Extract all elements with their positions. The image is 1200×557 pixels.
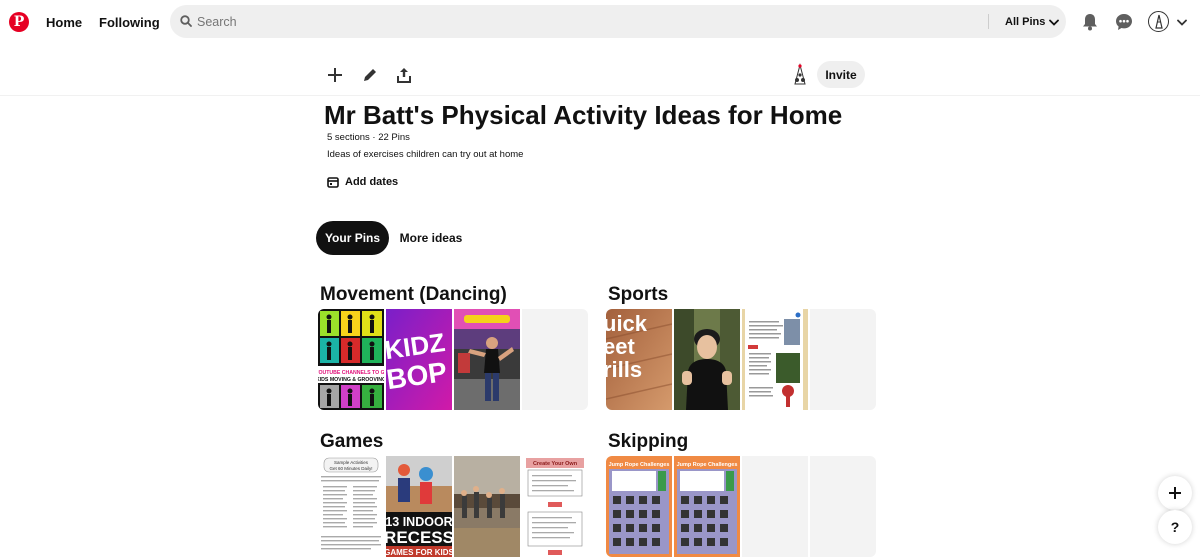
add-pin-button[interactable] [325,65,345,85]
svg-text:Jump Rope Challenges: Jump Rope Challenges [609,462,670,468]
section-title: Games [320,431,384,452]
pin-thumbnail[interactable] [454,309,520,410]
svg-text:13 INDOOR: 13 INDOOR [386,515,452,529]
svg-text:uick: uick [606,311,648,336]
svg-text:Create Your Own: Create Your Own [533,461,578,467]
tab-your-pins[interactable]: Your Pins [316,221,389,255]
floating-add-button[interactable] [1158,476,1192,510]
board-title: Mr Batt's Physical Activity Ideas for Ho… [324,100,843,130]
section-title: Movement (Dancing) [320,284,507,305]
top-navbar: P Home Following All Pins [0,0,1200,44]
pin-thumbnail[interactable] [742,309,808,410]
board-description: Ideas of exercises children can try out … [327,149,524,160]
section-title: Skipping [608,431,689,452]
pin-thumbnail[interactable] [454,456,520,557]
pin-thumbnail-placeholder [522,309,588,410]
search-divider [988,14,989,29]
pin-thumbnail-placeholder [810,456,876,557]
pin-thumbnail[interactable]: uick eet rills [606,309,672,410]
svg-text:RECESS: RECESS [386,528,452,547]
bell-icon[interactable] [1080,12,1100,32]
pin-thumbnail-placeholder [810,309,876,410]
svg-text:GAMES FOR KIDS: GAMES FOR KIDS [386,548,452,557]
all-pins-filter-label: All Pins [1005,16,1046,28]
chevron-down-icon [1049,19,1060,26]
user-avatar[interactable] [1148,11,1169,32]
messages-icon[interactable] [1114,12,1134,32]
pin-thumbnail[interactable]: Create Your Own [522,456,588,557]
tab-more-ideas[interactable]: More ideas [393,221,469,255]
share-board-button[interactable] [394,65,414,85]
pin-thumbnail[interactable]: 13 INDOOR RECESS GAMES FOR KIDS [386,456,452,557]
nav-home-link[interactable]: Home [46,15,82,30]
section-title: Sports [608,284,669,305]
pin-thumbnail[interactable]: Sample Activities Get 60 Minutes Daily! [318,456,384,557]
pencil-icon [364,69,376,81]
account-chevron-icon[interactable] [1175,12,1189,32]
collaborator-avatar[interactable] [789,63,811,87]
pin-thumbnail[interactable]: 7 YOUTUBE CHANNELS TO GET KIDS MOVING & … [318,309,384,410]
pin-thumbnail[interactable]: KIDZ BOP [386,309,452,410]
invite-button[interactable]: Invite [817,61,865,88]
svg-text:rills: rills [606,357,642,382]
svg-text:eet: eet [606,334,635,359]
all-pins-filter-dropdown[interactable]: All Pins [1005,16,1060,28]
help-icon: ? [1170,519,1180,535]
add-dates-label: Add dates [345,176,399,188]
edit-board-button[interactable] [360,65,380,85]
calendar-icon [327,177,339,188]
svg-text:Jump Rope Challenges: Jump Rope Challenges [677,462,738,468]
pin-thumbnail[interactable]: Jump Rope Challenges [674,456,740,557]
section-thumbnails[interactable]: Jump Rope Challenges Jump Rope Challenge… [606,456,876,557]
plus-icon [328,68,342,82]
help-button[interactable]: ? [1158,510,1192,544]
share-icon [397,68,411,83]
plus-icon [1169,487,1181,499]
section-thumbnails[interactable]: Sample Activities Get 60 Minutes Daily! [318,456,588,557]
svg-text:Sample Activities: Sample Activities [334,460,369,465]
pin-thumbnail[interactable]: Jump Rope Challenges [606,456,672,557]
pinterest-logo-icon[interactable]: P [9,12,29,32]
add-dates-button[interactable]: Add dates [327,176,398,188]
nav-following-link[interactable]: Following [99,15,160,30]
board-toolbar: Invite [0,58,1200,96]
search-icon [180,15,192,27]
section-thumbnails[interactable]: uick eet rills [606,309,876,410]
search-bar: All Pins [170,5,1066,38]
search-input[interactable] [197,5,977,38]
svg-text:Get 60 Minutes Daily!: Get 60 Minutes Daily! [329,466,372,471]
board-meta: 5 sections · 22 Pins [327,132,410,143]
section-thumbnails[interactable]: 7 YOUTUBE CHANNELS TO GET KIDS MOVING & … [318,309,588,410]
pin-thumbnail-placeholder [742,456,808,557]
pin-thumbnail[interactable] [674,309,740,410]
svg-text:KIDS MOVING & GROOVING: KIDS MOVING & GROOVING [318,377,384,383]
svg-text:7 YOUTUBE CHANNELS TO GET: 7 YOUTUBE CHANNELS TO GET [318,370,384,376]
